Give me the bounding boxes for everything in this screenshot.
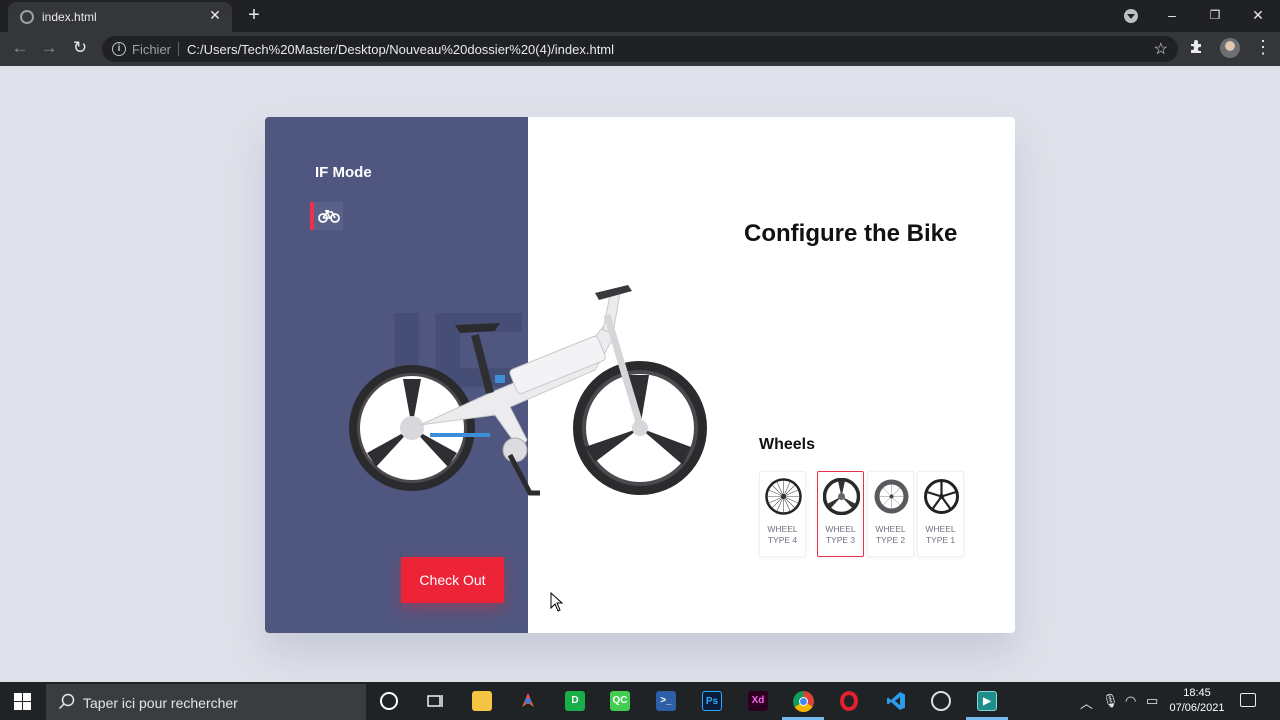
info-icon[interactable]: i	[112, 42, 126, 56]
wheel-option-type-3[interactable]: WHEEL TYPE 3	[817, 471, 864, 557]
microphone-icon[interactable]: 🎙	[1102, 693, 1119, 709]
browser-toolbar: ← → ↻ i Fichier C:/Users/Tech%20Master/D…	[0, 32, 1280, 66]
tab-title: index.html	[42, 10, 97, 24]
xd-icon[interactable]: Xd	[748, 691, 768, 711]
wheels-section-title: Wheels	[759, 436, 816, 453]
search-placeholder: Taper ici pour rechercher	[83, 695, 238, 711]
wheel-label-line2: TYPE 1	[925, 535, 956, 545]
cortana-icon[interactable]	[380, 692, 398, 710]
browser-tab[interactable]: index.html ✕	[8, 2, 232, 32]
qt-creator-icon[interactable]: QC	[610, 691, 630, 711]
wheel-option-type-1[interactable]: WHEEL TYPE 1	[917, 471, 964, 557]
back-icon[interactable]: ←	[9, 37, 31, 59]
browser-titlebar: index.html ✕ + – ❐ ✕	[0, 0, 1280, 32]
deep-rim-wheel-icon	[874, 479, 909, 514]
powershell-icon[interactable]: >_	[656, 691, 676, 711]
page-heading: Configure the Bike	[744, 220, 958, 247]
clock-time: 18:45	[1183, 687, 1211, 699]
tab-search-icon[interactable]	[1124, 9, 1138, 23]
search-icon	[58, 693, 75, 710]
tri-spoke-wheel-icon	[823, 478, 860, 515]
terminal-app-icon[interactable]: ▶	[977, 691, 997, 711]
wheel-label-line1: WHEEL	[825, 524, 856, 534]
wheel-option-type-4[interactable]: WHEEL TYPE 4	[759, 471, 806, 557]
battery-icon[interactable]: ▭	[1146, 693, 1158, 709]
minimize-button[interactable]: –	[1157, 4, 1187, 26]
reload-icon[interactable]: ↻	[69, 37, 91, 59]
wheel-label-line1: WHEEL	[767, 524, 798, 534]
notifications-icon[interactable]	[1240, 693, 1256, 707]
wheel-label-line2: TYPE 2	[875, 535, 906, 545]
close-tab-icon[interactable]: ✕	[206, 7, 224, 24]
wheel-label-line2: TYPE 4	[767, 535, 798, 545]
wheel-label-line1: WHEEL	[925, 524, 956, 534]
chrome-icon[interactable]	[793, 691, 814, 712]
system-clock[interactable]: 18:45 07/06/2021	[1166, 686, 1228, 716]
opera-icon[interactable]	[840, 691, 858, 711]
wheel-option-type-2[interactable]: WHEEL TYPE 2	[867, 471, 914, 557]
security-label: Fichier	[132, 42, 172, 57]
bicycle-icon	[318, 210, 340, 223]
front-wheel	[573, 361, 707, 495]
extensions-icon[interactable]	[1189, 38, 1205, 59]
wheel-label-line1: WHEEL	[875, 524, 906, 534]
windows-start-icon[interactable]	[14, 693, 31, 710]
brand-title: IF Mode	[315, 164, 372, 181]
windows-taskbar: Taper ici pour rechercher D QC >_ Ps Xd …	[0, 682, 1280, 720]
mouse-cursor-icon	[550, 592, 564, 612]
photoshop-icon[interactable]: Ps	[702, 691, 722, 711]
new-tab-button[interactable]: +	[244, 4, 264, 27]
show-hidden-icons[interactable]: ︿	[1080, 693, 1093, 712]
bike-mode-button[interactable]	[310, 202, 343, 230]
url-text[interactable]: C:/Users/Tech%20Master/Desktop/Nouveau%2…	[187, 42, 614, 57]
git-icon[interactable]	[518, 691, 538, 711]
task-view-icon[interactable]	[425, 691, 445, 711]
profile-icon[interactable]	[1220, 38, 1240, 58]
forward-icon[interactable]: →	[38, 37, 60, 59]
divider	[178, 42, 179, 56]
check-out-button[interactable]: Check Out	[401, 557, 504, 603]
menu-icon[interactable]: ⋮	[1254, 38, 1272, 56]
globe-icon	[20, 10, 34, 24]
rear-wheel	[349, 365, 475, 491]
configurator-card: IF IF Mode Check Out Configure the Bike …	[265, 117, 1015, 633]
spoked-wheel-icon	[765, 478, 802, 515]
active-indicator	[310, 202, 314, 230]
bike-image	[349, 285, 707, 496]
clock-date: 07/06/2021	[1169, 702, 1225, 714]
restore-button[interactable]: ❐	[1200, 4, 1230, 26]
close-window-button[interactable]: ✕	[1243, 4, 1273, 26]
wheel-label-line2: TYPE 3	[825, 535, 856, 545]
wifi-icon[interactable]: ◠	[1125, 693, 1136, 709]
star-icon[interactable]: ☆	[1154, 39, 1168, 59]
obs-icon[interactable]	[931, 691, 951, 711]
vscode-icon[interactable]	[886, 691, 906, 711]
address-bar[interactable]: i Fichier C:/Users/Tech%20Master/Desktop…	[102, 36, 1178, 62]
taskbar-search[interactable]: Taper ici pour rechercher	[46, 684, 366, 720]
green-app-icon[interactable]: D	[565, 691, 585, 711]
five-spoke-wheel-icon	[924, 479, 959, 514]
wheel-options: WHEEL TYPE 4 WHEEL TYPE 3 WHEEL TYPE 2 W…	[759, 471, 965, 557]
file-explorer-icon[interactable]	[472, 691, 492, 711]
